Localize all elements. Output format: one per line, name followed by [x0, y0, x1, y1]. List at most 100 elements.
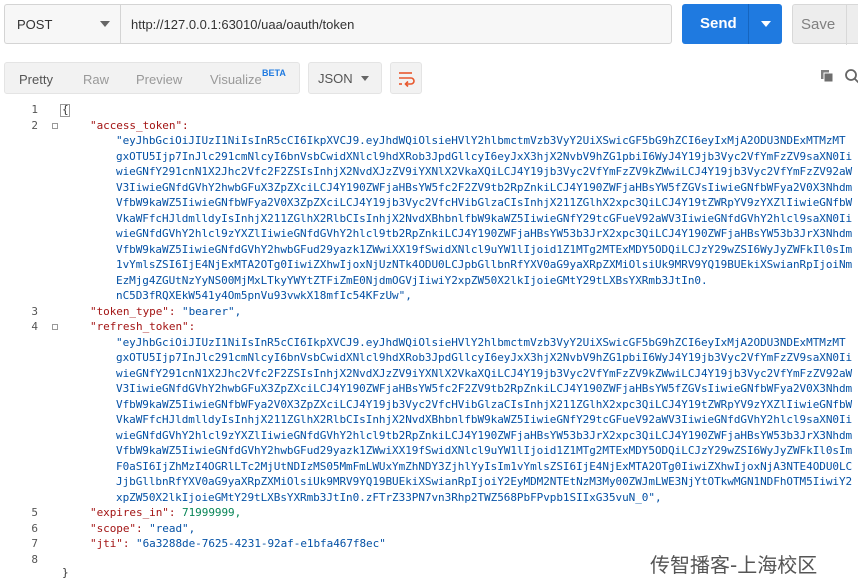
method-label: POST — [17, 17, 53, 32]
format-label: JSON — [318, 71, 353, 86]
json-line-access-token-key: "access_token": — [90, 119, 189, 132]
send-divider — [748, 4, 749, 44]
json-line-refresh-token-value: wieGNfY291cnN1X2Jhc2Vfc2F2ZSIsInhjX2NvdX… — [116, 367, 852, 380]
json-string: gxOTU5Ijp7InJlc291cmNlcyI6bnVsbCwidXNlcl… — [116, 351, 853, 364]
line-number: 6 — [31, 521, 38, 535]
json-string: "eyJhbGciOiJIUzI1NiIsInR5cCI6IkpXVCJ9.ey… — [116, 134, 846, 147]
response-toolbar: Pretty Raw Preview Visualize BETA JSON — [0, 56, 858, 101]
tab-pretty[interactable]: Pretty — [19, 72, 53, 87]
json-string: VfbW9kaWZ5IiwieGNfbWFya2V0X3ZpZXciLCJ4Y1… — [116, 397, 853, 411]
json-line-refresh-token-value: VfbW9kaWZ5IiwieGNfbWFya2V0X3ZpZXciLCJ4Y1… — [116, 398, 852, 411]
json-string: V3IiwieGNfdGVhY2hwbGFuX3ZpZXciLCJ4Y190ZW… — [116, 382, 853, 395]
json-string: gxOTU5Ijp7InJlc291cmNlcyI6bnVsbCwidXNlcl… — [116, 149, 853, 163]
json-string: xpZW50X2lkIjoieGMtY29tLXBsYXRmb3JtIn0.zF… — [116, 490, 662, 504]
json-line-access-token-value: wieGNfdGVhY2hlcl9zYXZlIiwieGNfdGVhY2hlcl… — [116, 227, 852, 240]
json-string: nC5D3fRQXEkW541y4Om5pnVu93vwkX18mfIc54KF… — [116, 289, 412, 302]
json-line-access-token-value: EzMjg4ZGUtNzYyNS00MjMxLTkyYWYtZTFiZmE0Nj… — [116, 274, 708, 287]
json-string: VkaWFfcHJldmlldyIsInhjX211ZGlhX2RlbCIsIn… — [116, 413, 853, 426]
open-brace: { — [60, 103, 70, 117]
json-number: 71999999, — [182, 506, 242, 519]
json-string: V3IiwieGNfdGVhY2hwbGFuX3ZpZXciLCJ4Y190ZW… — [116, 180, 853, 194]
url-input[interactable]: http://127.0.0.1:63010/uaa/oauth/token — [120, 4, 672, 44]
fold-marker — [52, 122, 58, 129]
json-line-access-token-value: 1vYmlsZSI6IjE4NjExMTA2OTg0IiwiZXhwIjoxNj… — [116, 258, 852, 271]
json-line-refresh-token-key: "refresh_token": — [90, 320, 195, 333]
json-line-refresh-token-value: xpZW50X2lkIjoieGMtY29tLXBsYXRmb3JtIn0.zF… — [116, 491, 662, 504]
json-string: VfbW9kaWZ5IiwieGNfdGVhY2hwbGFud29yazk1ZW… — [116, 242, 853, 256]
send-label: Send — [700, 15, 737, 32]
json-line-scope: "scope": "read", — [90, 522, 195, 535]
json-string: VfbW9kaWZ5IiwieGNfbWFya2V0X3ZpZXciLCJ4Y1… — [116, 196, 853, 209]
json-line-access-token-value: nC5D3fRQXEkW541y4Om5pnVu93vwkX18mfIc54KF… — [116, 289, 412, 302]
json-string: JjbGllbnRfYXV0aG9yaXRpZXMiOlsiUk9MRV9YQ1… — [116, 475, 853, 488]
line-number-gutter: 1 2 3 4 5 6 7 8 — [0, 100, 48, 586]
json-line-access-token-value: gxOTU5Ijp7InJlc291cmNlcyI6bnVsbCwidXNlcl… — [116, 150, 852, 163]
url-text: http://127.0.0.1:63010/uaa/oauth/token — [131, 17, 355, 32]
line-number: 2 — [31, 118, 38, 132]
json-string: VfbW9kaWZ5IiwieGNfdGVhY2hwbGFud29yazk1ZW… — [116, 444, 853, 457]
save-button[interactable]: Save — [792, 4, 858, 45]
line-number: 3 — [31, 304, 38, 318]
tab-preview[interactable]: Preview — [136, 72, 182, 87]
format-dropdown-chevron-icon — [361, 76, 369, 81]
json-key: "jti": — [90, 537, 137, 550]
json-line-refresh-token-value: VfbW9kaWZ5IiwieGNfdGVhY2hwbGFud29yazk1ZW… — [116, 444, 852, 457]
json-string: wieGNfY291cnN1X2Jhc2Vfc2F2ZSIsInhjX2NvdX… — [116, 165, 853, 178]
json-string: F0aSI6IjZhMzI4OGRlLTc2MjUtNDIzMS05MmFmLW… — [116, 459, 853, 473]
wrap-lines-icon — [399, 72, 415, 88]
json-line-refresh-token-value: F0aSI6IjZhMzI4OGRlLTc2MjUtNDIzMS05MmFmLW… — [116, 460, 852, 473]
method-select[interactable]: POST — [4, 4, 120, 44]
json-line-refresh-token-value: JjbGllbnRfYXV0aG9yaXRpZXMiOlsiUk9MRV9YQ1… — [116, 475, 852, 488]
json-string: wieGNfdGVhY2hlcl9zYXZlIiwieGNfdGVhY2hlcl… — [116, 227, 853, 240]
json-key: "access_token": — [90, 118, 189, 132]
send-dropdown-chevron-icon[interactable] — [761, 21, 771, 27]
fold-marker — [52, 324, 58, 330]
json-line-access-token-value: V3IiwieGNfdGVhY2hwbGFuX3ZpZXciLCJ4Y190ZW… — [116, 181, 852, 194]
format-select[interactable]: JSON — [308, 62, 382, 94]
beta-badge: BETA — [262, 68, 286, 78]
wrap-lines-button[interactable] — [390, 62, 422, 94]
json-line-refresh-token-value: V3IiwieGNfdGVhY2hwbGFuX3ZpZXciLCJ4Y190ZW… — [116, 382, 852, 395]
send-button[interactable]: Send — [682, 4, 782, 44]
json-line-access-token-value: "eyJhbGciOiJIUzI1NiIsInR5cCI6IkpXVCJ9.ey… — [116, 134, 846, 147]
json-line-refresh-token-value: "eyJhbGciOiJIUzI1NiIsInR5cCI6IkpXVCJ9.ey… — [116, 336, 846, 349]
search-icon[interactable] — [844, 68, 858, 84]
response-body-editor[interactable]: 1 2 3 4 5 6 7 8 { } "access_token": "eyJhbGciOiJ… — [0, 100, 858, 586]
json-line-expires-in: "expires_in": 71999999, — [90, 506, 241, 519]
watermark: 传智播客-上海校区 — [650, 553, 818, 577]
tab-raw[interactable]: Raw — [83, 72, 109, 87]
request-bar: POST http://127.0.0.1:63010/uaa/oauth/to… — [0, 0, 858, 50]
json-line-access-token-value: VkaWFfcHJldmlldyIsInhjX211ZGlhX2RlbCIsIn… — [116, 212, 852, 225]
json-line-access-token-value: VfbW9kaWZ5IiwieGNfdGVhY2hwbGFud29yazk1ZW… — [116, 243, 852, 256]
json-key: "expires_in": — [90, 506, 183, 519]
line-number: 4 — [31, 320, 38, 333]
json-key: "token_type": — [90, 304, 183, 318]
json-string: "bearer", — [182, 304, 242, 318]
json-string: wieGNfY291cnN1X2Jhc2Vfc2F2ZSIsInhjX2NvdX… — [116, 366, 853, 380]
save-label: Save — [801, 16, 836, 33]
json-line-access-token-value: VfbW9kaWZ5IiwieGNfbWFya2V0X3ZpZXciLCJ4Y1… — [116, 196, 852, 209]
line-number: 7 — [31, 537, 38, 550]
json-line-access-token-value: wieGNfY291cnN1X2Jhc2Vfc2F2ZSIsInhjX2NvdX… — [116, 165, 852, 178]
json-line-jti: "jti": "6a3288de-7625-4231-92af-e1bfa467… — [90, 537, 386, 550]
json-key: "refresh_token": — [90, 320, 196, 333]
tab-visualize[interactable]: Visualize — [210, 72, 262, 87]
line-number: 1 — [31, 103, 38, 116]
json-line-refresh-token-value: wieGNfdGVhY2hlcl9zYXZlIiwieGNfdGVhY2hlcl… — [116, 429, 852, 442]
line-number: 5 — [31, 506, 38, 519]
json-line-refresh-token-value: VkaWFfcHJldmlldyIsInhjX211ZGlhX2RlbCIsIn… — [116, 413, 852, 426]
json-string: "6a3288de-7625-4231-92af-e1bfa467f8ec" — [136, 537, 386, 550]
json-line-refresh-token-value: gxOTU5Ijp7InJlc291cmNlcyI6bnVsbCwidXNlcl… — [116, 351, 852, 364]
json-string: 1vYmlsZSI6IjE4NjExMTA2OTg0IiwiZXhwIjoxNj… — [116, 258, 853, 271]
json-string: EzMjg4ZGUtNzYyNS00MjMxLTkyYWYtZTFiZmE0Nj… — [116, 273, 708, 287]
save-divider — [846, 5, 847, 45]
view-mode-toggle: Pretty Raw Preview Visualize BETA — [4, 62, 300, 94]
json-string: "eyJhbGciOiJIUzI1NiIsInR5cCI6IkpXVCJ9.ey… — [116, 335, 846, 349]
method-dropdown-chevron-icon — [100, 21, 110, 27]
json-key: "scope": — [90, 521, 150, 535]
copy-icon[interactable] — [820, 69, 834, 83]
json-string: VkaWFfcHJldmlldyIsInhjX211ZGlhX2RlbCIsIn… — [116, 211, 853, 225]
json-line-token-type: "token_type": "bearer", — [90, 305, 241, 318]
line-number: 8 — [31, 552, 38, 566]
json-string: "read", — [149, 521, 196, 535]
